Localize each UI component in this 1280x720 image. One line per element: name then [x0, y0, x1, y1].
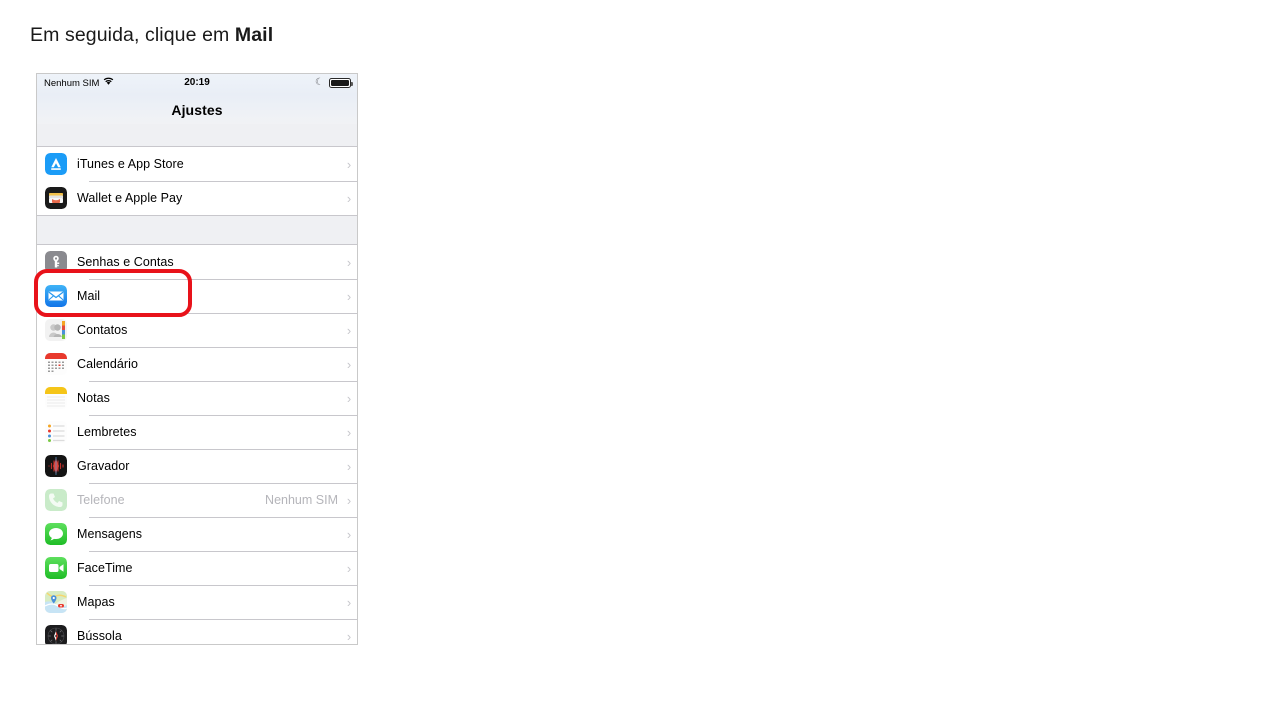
settings-row-label: Calendário — [77, 357, 138, 371]
chevron-right-icon: › — [346, 288, 352, 304]
settings-row-gravador[interactable]: Gravador › — [37, 449, 357, 483]
section-gap — [37, 216, 357, 244]
iphone-settings-screenshot: Nenhum SIM 20:19 ☾ Ajustes iTunes e App … — [36, 73, 358, 645]
notes-icon — [45, 387, 67, 409]
settings-row-label: iTunes e App Store — [77, 157, 184, 171]
chevron-right-icon: › — [346, 424, 352, 440]
voice-memos-icon — [45, 455, 67, 477]
settings-row-calendario[interactable]: Calendário › — [37, 347, 357, 381]
settings-row-label: Gravador — [77, 459, 130, 473]
settings-row-wallet-apple-pay[interactable]: Wallet e Apple Pay › — [37, 181, 357, 215]
passwords-icon — [45, 251, 67, 273]
chevron-right-icon: › — [346, 526, 352, 542]
instruction-caption: Em seguida, clique em Mail — [30, 24, 273, 47]
navigation-bar: Ajustes — [37, 95, 357, 124]
wallet-icon — [45, 187, 67, 209]
settings-row-label: Contatos — [77, 323, 128, 337]
section-gap — [37, 124, 357, 146]
settings-row-notas[interactable]: Notas › — [37, 381, 357, 415]
settings-row-label: Mapas — [77, 595, 115, 609]
status-bar: Nenhum SIM 20:19 ☾ — [37, 74, 357, 95]
reminders-icon — [45, 421, 67, 443]
settings-row-contatos[interactable]: Contatos › — [37, 313, 357, 347]
chevron-right-icon: › — [346, 254, 352, 270]
app-store-icon — [45, 153, 67, 175]
settings-row-mensagens[interactable]: Mensagens › — [37, 517, 357, 551]
status-bar-right: ☾ — [315, 77, 353, 88]
chevron-right-icon: › — [346, 390, 352, 406]
settings-row-mail[interactable]: Mail › — [37, 279, 357, 313]
settings-row-mapas[interactable]: Mapas › — [37, 585, 357, 619]
settings-row-lembretes[interactable]: Lembretes › — [37, 415, 357, 449]
caption-bold-word: Mail — [234, 24, 274, 46]
chevron-right-icon: › — [346, 322, 352, 338]
settings-row-value: Nenhum SIM — [265, 493, 338, 507]
settings-row-label: Telefone — [77, 493, 125, 507]
contacts-icon — [45, 319, 67, 341]
settings-group-2: Senhas e Contas › Mail › Contatos › Cale… — [37, 244, 357, 644]
chevron-right-icon: › — [346, 492, 352, 508]
mail-icon — [45, 285, 67, 307]
status-bar-clock: 20:19 — [184, 77, 210, 88]
maps-icon — [45, 591, 67, 613]
compass-icon — [45, 625, 67, 644]
settings-row-bussola[interactable]: Bússola › — [37, 619, 357, 644]
settings-list[interactable]: iTunes e App Store › Wallet e Apple Pay … — [37, 124, 357, 644]
chevron-right-icon: › — [346, 560, 352, 576]
settings-row-label: Bússola — [77, 629, 122, 643]
facetime-icon — [45, 557, 67, 579]
settings-row-itunes-app-store[interactable]: iTunes e App Store › — [37, 147, 357, 181]
settings-row-label: Notas — [77, 391, 110, 405]
chevron-right-icon: › — [346, 356, 352, 372]
settings-row-label: Mail — [77, 289, 101, 303]
settings-row-senhas-e-contas[interactable]: Senhas e Contas › — [37, 245, 357, 279]
chevron-right-icon: › — [346, 458, 352, 474]
calendar-icon — [45, 353, 67, 375]
chevron-right-icon: › — [346, 594, 352, 610]
settings-row-label: Senhas e Contas — [77, 255, 174, 269]
chevron-right-icon: › — [346, 628, 352, 644]
chevron-right-icon: › — [346, 190, 352, 206]
battery-full-icon — [329, 78, 353, 88]
page-title: Ajustes — [171, 101, 223, 118]
settings-row-label: Wallet e Apple Pay — [77, 191, 183, 205]
settings-row-label: Lembretes — [77, 425, 137, 439]
caption-text: Em seguida, clique em — [30, 24, 235, 46]
messages-icon — [45, 523, 67, 545]
chevron-right-icon: › — [346, 156, 352, 172]
phone-icon — [45, 489, 67, 511]
settings-group-1: iTunes e App Store › Wallet e Apple Pay … — [37, 146, 357, 216]
settings-row-label: Mensagens — [77, 527, 143, 541]
moon-icon: ☾ — [315, 77, 324, 88]
settings-row-label: FaceTime — [77, 561, 133, 575]
settings-row-telefone[interactable]: Telefone Nenhum SIM › — [37, 483, 357, 517]
settings-row-facetime[interactable]: FaceTime › — [37, 551, 357, 585]
